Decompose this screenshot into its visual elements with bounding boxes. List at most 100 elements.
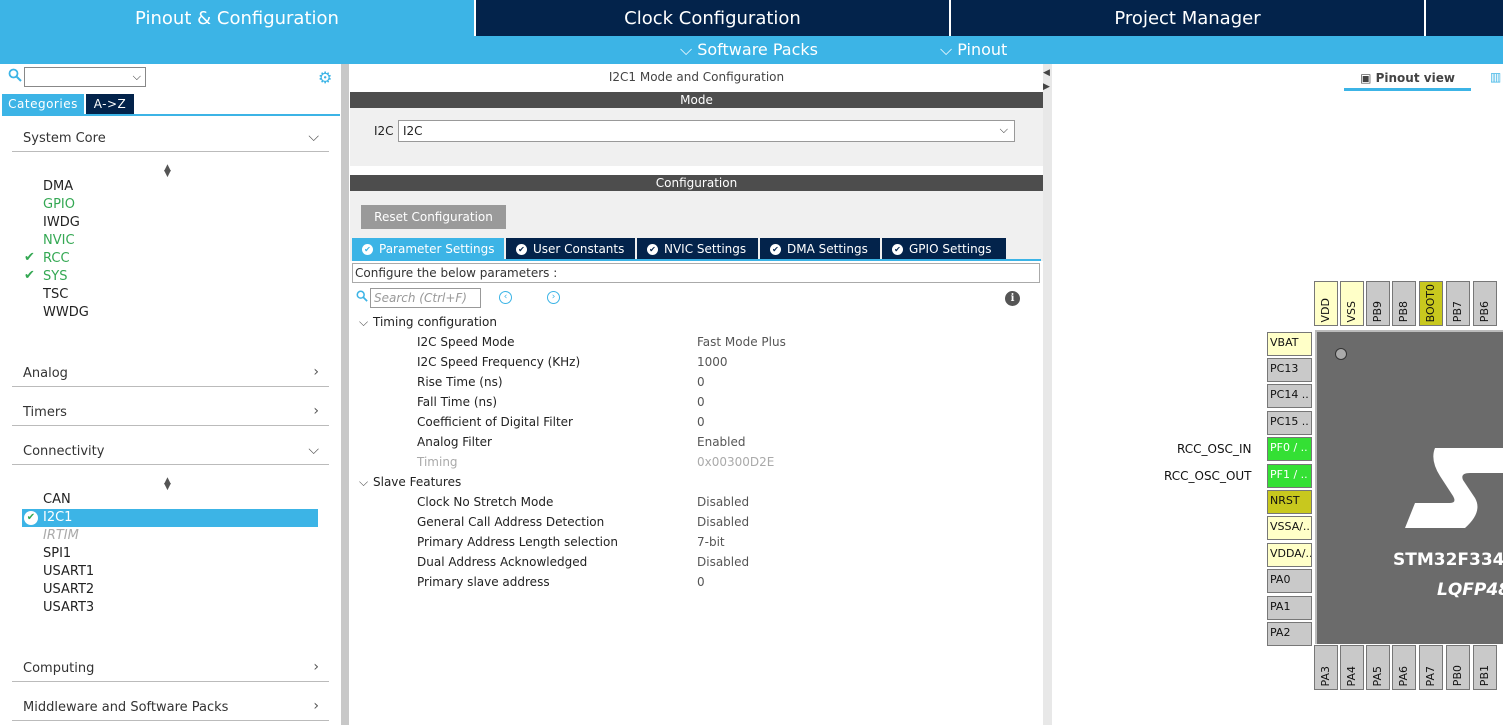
pin-nrst[interactable]: NRST — [1267, 490, 1312, 514]
tab-dma-settings[interactable]: ✔ DMA Settings — [760, 238, 880, 260]
param-row[interactable]: I2C Speed Mode Fast Mode Plus — [417, 335, 1017, 355]
list-item-wwdg[interactable]: WWDG — [43, 304, 89, 322]
tab-nvic-settings[interactable]: ✔ NVIC Settings — [637, 238, 758, 260]
pin-pa5[interactable]: PA5 — [1366, 645, 1390, 690]
list-item-usart1[interactable]: USART1 — [43, 563, 94, 581]
pin-pa3[interactable]: PA3 — [1314, 645, 1338, 690]
reset-configuration-button[interactable]: Reset Configuration — [361, 205, 506, 229]
tab-project-manager[interactable]: Project Manager — [951, 0, 1426, 36]
pin-pb0[interactable]: PB0 — [1446, 645, 1470, 690]
tab-a-z[interactable]: A->Z — [86, 94, 134, 114]
list-item-tsc[interactable]: TSC — [43, 286, 68, 304]
list-item-dma[interactable]: DMA — [43, 178, 73, 196]
search-next-icon[interactable]: › — [547, 291, 560, 304]
param-row[interactable]: Analog Filter Enabled — [417, 435, 1017, 455]
param-value[interactable]: Disabled — [697, 495, 749, 509]
sort-icon[interactable]: ▲ ▼ — [164, 164, 171, 179]
list-item-iwdg[interactable]: IWDG — [43, 214, 80, 232]
pin-pb9[interactable]: PB9 — [1366, 281, 1390, 326]
pinout-menu[interactable]: ⌵ Pinout — [940, 40, 1007, 60]
pin-pb7[interactable]: PB7 — [1446, 281, 1470, 326]
search-icon — [356, 290, 368, 305]
param-row[interactable]: Fall Time (ns) 0 — [417, 395, 1017, 415]
pinout-view-tab[interactable]: ▣ Pinout view — [1344, 70, 1471, 90]
pin-pc15[interactable]: PC15 .. — [1267, 411, 1312, 435]
pin-pa7[interactable]: PA7 — [1419, 645, 1443, 690]
sort-icon[interactable]: ▲ ▼ — [164, 477, 171, 492]
pin-vbat[interactable]: VBAT — [1267, 332, 1312, 356]
pin-pf1[interactable]: PF1 / .. — [1267, 464, 1312, 488]
category-search-combo[interactable]: ⌵ — [24, 67, 146, 87]
pin-pa2[interactable]: PA2 — [1267, 622, 1312, 646]
tab-gpio-settings[interactable]: ✔ GPIO Settings — [882, 238, 1006, 260]
list-item-usart3[interactable]: USART3 — [43, 599, 94, 617]
search-previous-icon[interactable]: ‹ — [499, 291, 512, 304]
group-slave-features[interactable]: ⌵ Slave Features — [359, 475, 461, 490]
pin-pb1[interactable]: PB1 — [1473, 645, 1497, 690]
pin-boot0[interactable]: BOOT0 — [1419, 281, 1443, 326]
list-item-i2c1[interactable]: I2C1 — [43, 509, 72, 527]
list-item-sys[interactable]: SYS — [43, 268, 67, 286]
param-value[interactable]: Disabled — [697, 555, 749, 569]
pin-pf0[interactable]: PF0 / .. — [1267, 437, 1312, 461]
pin-vss[interactable]: VSS — [1340, 281, 1364, 326]
param-row[interactable]: I2C Speed Frequency (KHz) 1000 — [417, 355, 1017, 375]
panel-splitter[interactable] — [341, 64, 349, 725]
param-row[interactable]: Dual Address Acknowledged Disabled — [417, 555, 1017, 575]
param-row[interactable]: Rise Time (ns) 0 — [417, 375, 1017, 395]
pin-pb6[interactable]: PB6 — [1473, 281, 1497, 326]
pin-vssa[interactable]: VSSA/.. — [1267, 516, 1312, 540]
pin-pc13[interactable]: PC13 — [1267, 358, 1312, 382]
group-timing-configuration[interactable]: ⌵ Timing configuration — [359, 315, 497, 330]
category-timers[interactable]: Timers › — [12, 402, 329, 426]
param-row[interactable]: Primary slave address 0 — [417, 575, 1017, 595]
pin-pa0[interactable]: PA0 — [1267, 569, 1312, 593]
list-item-nvic[interactable]: NVIC — [43, 232, 75, 250]
param-row[interactable]: Clock No Stretch Mode Disabled — [417, 495, 1017, 515]
pin-pc14[interactable]: PC14 .. — [1267, 384, 1312, 408]
param-value[interactable]: 0 — [697, 395, 705, 409]
param-value[interactable]: 0 — [697, 415, 705, 429]
pin-pa1[interactable]: PA1 — [1267, 596, 1312, 620]
param-value[interactable]: 0 — [697, 375, 705, 389]
software-packs-menu[interactable]: ⌵ Software Packs — [680, 40, 818, 60]
list-item-can[interactable]: CAN — [43, 491, 71, 509]
param-value[interactable]: 0 — [697, 575, 705, 589]
rcc-osc-in-label: RCC_OSC_IN — [1177, 442, 1252, 456]
tab-user-constants[interactable]: ✔ User Constants — [506, 238, 635, 260]
tab-categories[interactable]: Categories — [2, 94, 84, 114]
param-value[interactable]: Fast Mode Plus — [697, 335, 786, 349]
list-item-rcc[interactable]: RCC — [43, 250, 70, 268]
pin-vdd[interactable]: VDD — [1314, 281, 1338, 326]
category-connectivity[interactable]: Connectivity ⌵ — [12, 441, 329, 465]
param-row[interactable]: General Call Address Detection Disabled — [417, 515, 1017, 535]
tab-pinout-configuration[interactable]: Pinout & Configuration — [0, 0, 476, 36]
param-value[interactable]: Disabled — [697, 515, 749, 529]
param-row[interactable]: Primary Address Length selection 7-bit — [417, 535, 1017, 555]
param-value[interactable]: Enabled — [697, 435, 746, 449]
i2c-mode-select[interactable]: I2C ⌵ — [398, 120, 1015, 142]
tab-clock-configuration[interactable]: Clock Configuration — [476, 0, 951, 36]
list-item-usart2[interactable]: USART2 — [43, 581, 94, 599]
tab-parameter-settings[interactable]: ✔ Parameter Settings — [352, 238, 504, 260]
list-item-spi1[interactable]: SPI1 — [43, 545, 71, 563]
collapse-panel-handle[interactable]: ◀ ▶ — [1043, 64, 1052, 725]
info-icon[interactable]: i — [1005, 291, 1020, 306]
list-item-irtim[interactable]: IRTIM — [43, 527, 79, 545]
param-value[interactable]: 7-bit — [697, 535, 725, 549]
pin-pb8[interactable]: PB8 — [1392, 281, 1416, 326]
pin-pa6[interactable]: PA6 — [1392, 645, 1416, 690]
gear-icon[interactable]: ⚙ — [318, 68, 332, 87]
pin-vdda[interactable]: VDDA/.. — [1267, 543, 1312, 567]
pin-pa4[interactable]: PA4 — [1340, 645, 1364, 690]
category-analog[interactable]: Analog › — [12, 363, 329, 387]
chevron-right-icon: › — [313, 698, 319, 714]
category-middleware[interactable]: Middleware and Software Packs › — [12, 697, 329, 721]
param-row[interactable]: Coefficient of Digital Filter 0 — [417, 415, 1017, 435]
category-system-core[interactable]: System Core ⌵ — [12, 128, 329, 152]
param-value[interactable]: 1000 — [697, 355, 728, 369]
parameter-search-input[interactable]: Search (Ctrl+F) — [370, 288, 481, 308]
category-computing[interactable]: Computing › — [12, 658, 329, 682]
system-view-icon[interactable]: ▥ — [1490, 70, 1501, 84]
list-item-gpio[interactable]: GPIO — [43, 196, 75, 214]
